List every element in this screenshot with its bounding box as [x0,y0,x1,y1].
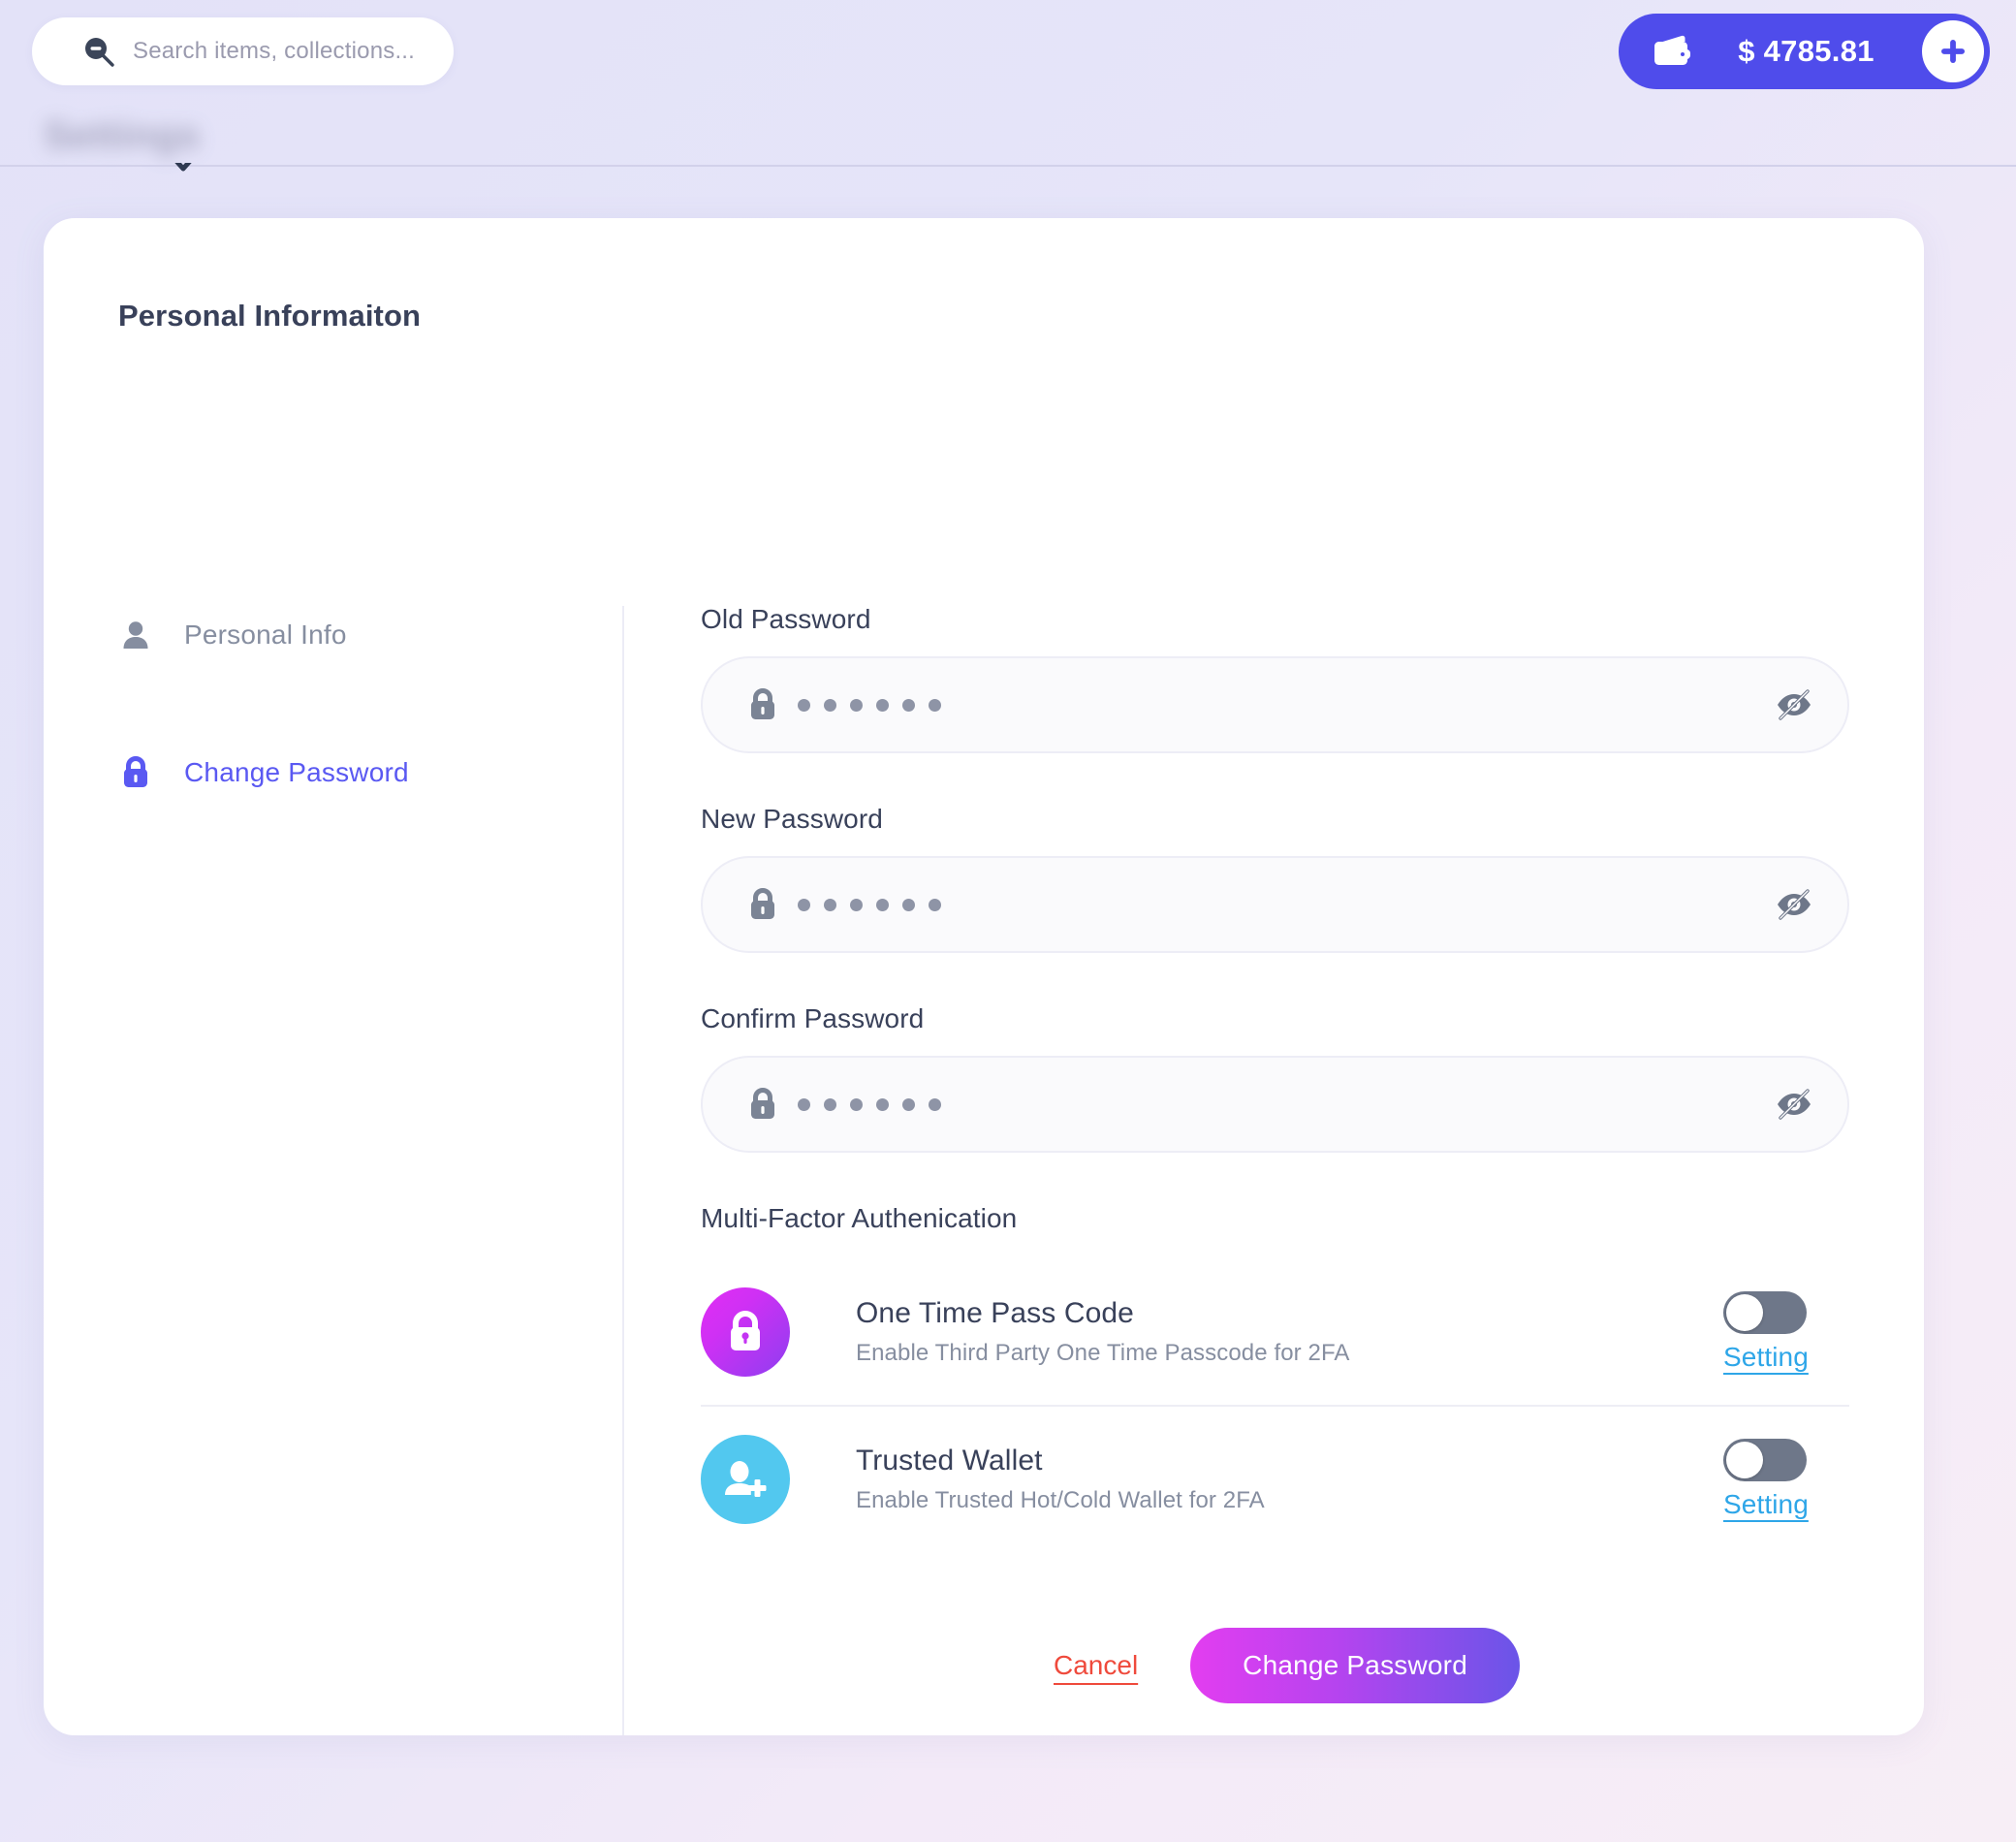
password-masked-value [798,1097,1774,1111]
password-masked-value [798,898,1774,911]
wallet-icon [1650,28,1696,75]
wallet-balance-pill[interactable]: $ 4785.81 [1619,14,1990,89]
old-password-input[interactable] [701,656,1849,753]
change-password-button[interactable]: Change Password [1190,1628,1520,1703]
wallet-balance-value: $ 4785.81 [1738,34,1874,68]
new-password-label: New Password [701,804,883,834]
confirm-password-input[interactable] [701,1056,1849,1153]
trusted-wallet-toggle[interactable] [1723,1439,1807,1481]
mfa-row-one-time-pass-code: One Time Pass Code Enable Third Party On… [701,1259,1849,1405]
search-icon [82,35,115,68]
sidebar-item-change-password[interactable]: Change Password [118,744,574,802]
top-divider [0,165,2016,167]
vertical-divider [622,606,624,1735]
lock-icon [118,755,153,790]
search-placeholder: Search items, collections... [133,38,416,64]
mfa-name: Trusted Wallet [856,1445,1043,1477]
eye-off-icon[interactable] [1774,1084,1814,1125]
otp-setting-link[interactable]: Setting [1723,1342,1809,1373]
old-password-label: Old Password [701,604,871,634]
mfa-name: One Time Pass Code [856,1297,1134,1329]
sidebar-item-personal-info[interactable]: Personal Info [118,606,574,664]
settings-sidebar: Personal Info Change Password [118,606,574,881]
lock-icon [747,687,778,722]
cancel-button[interactable]: Cancel [1030,1650,1161,1681]
add-funds-button[interactable] [1922,20,1984,82]
change-password-form: Old Password New Password Confirm Passwo… [701,604,1849,1703]
form-actions: Cancel Change Password [701,1628,1849,1703]
plus-icon [1937,35,1969,68]
mfa-controls: Setting [1723,1439,1849,1520]
settings-card: Personal Informaiton Personal Info Chang… [44,218,1924,1735]
sidebar-item-label: Change Password [184,757,409,787]
eye-off-icon[interactable] [1774,684,1814,725]
toggle-knob [1726,1294,1763,1331]
user-plus-badge-icon [701,1435,790,1524]
toggle-knob [1726,1442,1763,1478]
lock-icon [747,887,778,922]
search-input[interactable]: Search items, collections... [32,17,454,85]
lock-icon [747,1087,778,1122]
mfa-section-title: Multi-Factor Authenication [701,1203,1018,1233]
password-masked-value [798,698,1774,712]
mfa-description: Enable Trusted Hot/Cold Wallet for 2FA [856,1487,1265,1513]
otp-toggle[interactable] [1723,1291,1807,1334]
chevron-down-icon [173,163,194,178]
mfa-text-block: Trusted Wallet Enable Trusted Hot/Cold W… [856,1445,1723,1514]
trusted-wallet-setting-link[interactable]: Setting [1723,1489,1809,1520]
page-title: Personal Informaiton [118,299,422,333]
mfa-description: Enable Third Party One Time Passcode for… [856,1340,1350,1366]
sidebar-item-label: Personal Info [184,619,347,650]
mfa-text-block: One Time Pass Code Enable Third Party On… [856,1297,1723,1367]
new-password-input[interactable] [701,856,1849,953]
confirm-password-label: Confirm Password [701,1003,925,1033]
mfa-controls: Setting [1723,1291,1849,1373]
lock-badge-icon [701,1287,790,1377]
eye-off-icon[interactable] [1774,884,1814,925]
person-icon [118,618,153,652]
mfa-row-trusted-wallet: Trusted Wallet Enable Trusted Hot/Cold W… [701,1407,1849,1552]
background-page-title: Settings [44,114,201,157]
